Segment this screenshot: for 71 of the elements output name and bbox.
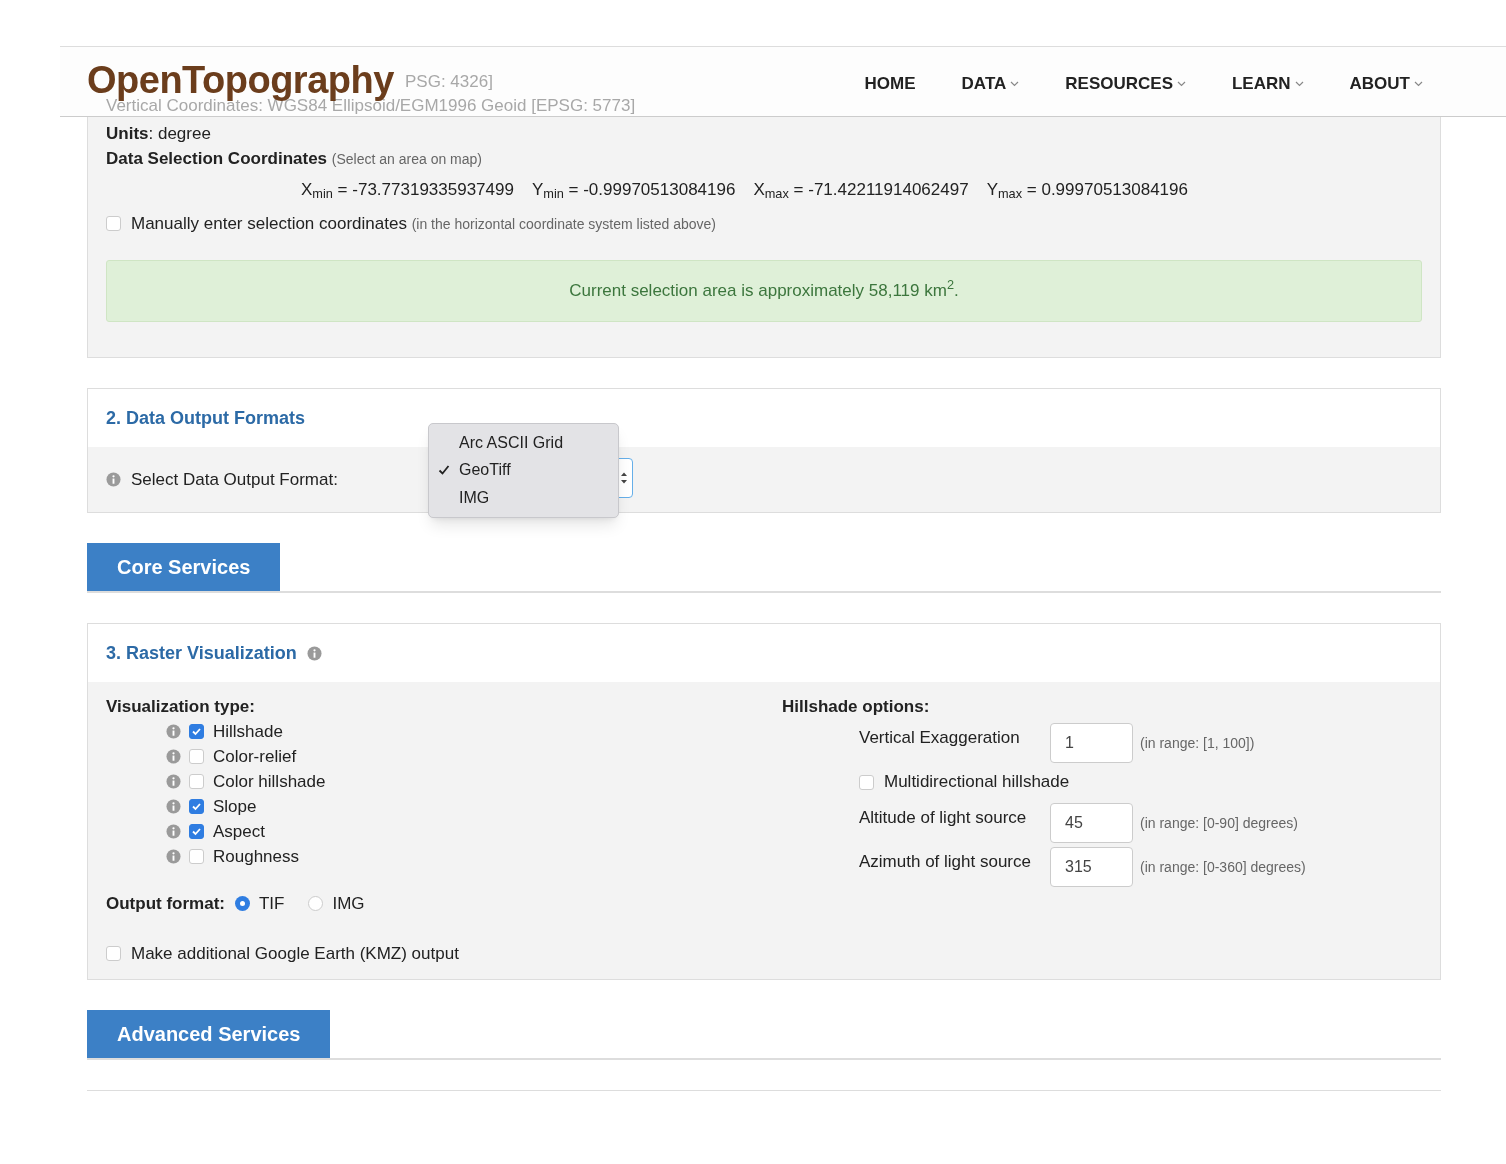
checkbox-label: Color-relief	[213, 745, 297, 768]
coordinate-value: Y$_{max}$ = 0.99970513084196	[986, 179, 1188, 203]
coordinate-value: Y$_{min}$ = -0.99970513084196	[531, 179, 736, 203]
menu-option[interactable]: Arc ASCII Grid	[429, 429, 618, 457]
success-alert: Current selection area is approximately 58,119 km$^{2}$.	[106, 260, 1422, 322]
nav-link[interactable]: RESOURCES	[1065, 71, 1186, 97]
group-label: Visualization type:	[106, 696, 256, 718]
checkbox[interactable]	[189, 799, 204, 814]
info-icon[interactable]	[166, 849, 181, 864]
info-icon[interactable]	[166, 799, 181, 814]
units-text: Units: degree	[106, 123, 212, 145]
field-label: Vertical Exaggeration	[859, 727, 1021, 749]
checkbox-label: Slope	[213, 795, 257, 818]
checkbox[interactable]	[106, 946, 121, 962]
checkbox-label: Roughness	[213, 845, 299, 868]
nav-link[interactable]: ABOUT	[1349, 71, 1423, 97]
tab[interactable]: Core Services	[87, 543, 281, 591]
checkbox-label: Manually enter selection coordinates (in the horizontal coordinate system listed above)	[131, 212, 716, 235]
radio-button[interactable]	[235, 896, 250, 911]
field-label: Azimuth of light source	[859, 851, 1032, 873]
info-icon[interactable]	[306, 645, 322, 661]
input-field[interactable]: 315	[1050, 847, 1133, 887]
checkmark-icon	[191, 726, 202, 737]
info-icon[interactable]	[166, 824, 181, 839]
nav-link[interactable]: LEARN	[1232, 71, 1304, 97]
radio-button[interactable]	[308, 896, 324, 911]
chevron-down-icon	[1177, 80, 1186, 87]
field-label: Altitude of light source	[859, 807, 1028, 829]
group-label: Output format:	[106, 892, 225, 915]
checkbox[interactable]	[189, 849, 204, 864]
faded-text: PSG: 4326]	[405, 73, 493, 90]
info-icon[interactable]	[106, 472, 121, 487]
coordinate-value: X$_{max}$ = -71.42211914062497	[753, 179, 969, 203]
info-icon[interactable]	[166, 774, 181, 789]
radio-label: TIF	[259, 892, 285, 915]
input-field[interactable]: 45	[1050, 803, 1133, 843]
section-title: 3. Raster Visualization	[106, 641, 297, 665]
select-arrows-icon	[620, 471, 628, 485]
info-icon[interactable]	[166, 724, 181, 739]
field-label: Select Data Output Format:	[131, 468, 338, 491]
input-field[interactable]: 1	[1050, 723, 1133, 763]
menu-option[interactable]: GeoTiff	[429, 456, 618, 484]
nav-link[interactable]: DATA	[961, 71, 1020, 97]
nav-link[interactable]: HOME	[864, 71, 916, 97]
chevron-down-icon	[1010, 80, 1020, 87]
checkbox-label: Make additional Google Earth (KMZ) output	[131, 943, 459, 965]
menu-option[interactable]: IMG	[429, 484, 618, 512]
checkbox[interactable]	[189, 774, 204, 789]
checkbox[interactable]	[106, 215, 121, 231]
section-title: 2. Data Output Formats	[106, 406, 306, 430]
checkbox[interactable]	[189, 749, 204, 764]
checkbox[interactable]	[189, 724, 204, 739]
range-hint: (in range: [0-360] degrees)	[1140, 858, 1306, 877]
info-icon[interactable]	[166, 749, 181, 764]
checkbox-label: Hillshade	[213, 720, 283, 743]
tab[interactable]: Advanced Services	[87, 1009, 331, 1058]
checkbox[interactable]	[859, 774, 874, 790]
checkmark-icon	[191, 801, 202, 812]
coordinates-heading: Data Selection Coordinates (Select an area on map)	[106, 148, 483, 170]
checkbox-label: Color hillshade	[213, 770, 326, 793]
chevron-down-icon	[1294, 80, 1304, 87]
checkbox-label: Multidirectional hillshade	[884, 771, 1070, 794]
chevron-down-icon	[1414, 80, 1423, 87]
checkmark-icon	[191, 826, 202, 837]
radio-label: IMG	[332, 892, 365, 915]
range-hint: (in range: [1, 100])	[1140, 734, 1255, 753]
checkbox-label: Aspect	[213, 820, 265, 843]
coordinate-value: X$_{min}$ = -73.77319335937499	[301, 179, 514, 203]
group-label: Hillshade options:	[782, 696, 931, 718]
checkbox[interactable]	[189, 824, 204, 839]
range-hint: (in range: [0-90] degrees)	[1140, 814, 1298, 833]
